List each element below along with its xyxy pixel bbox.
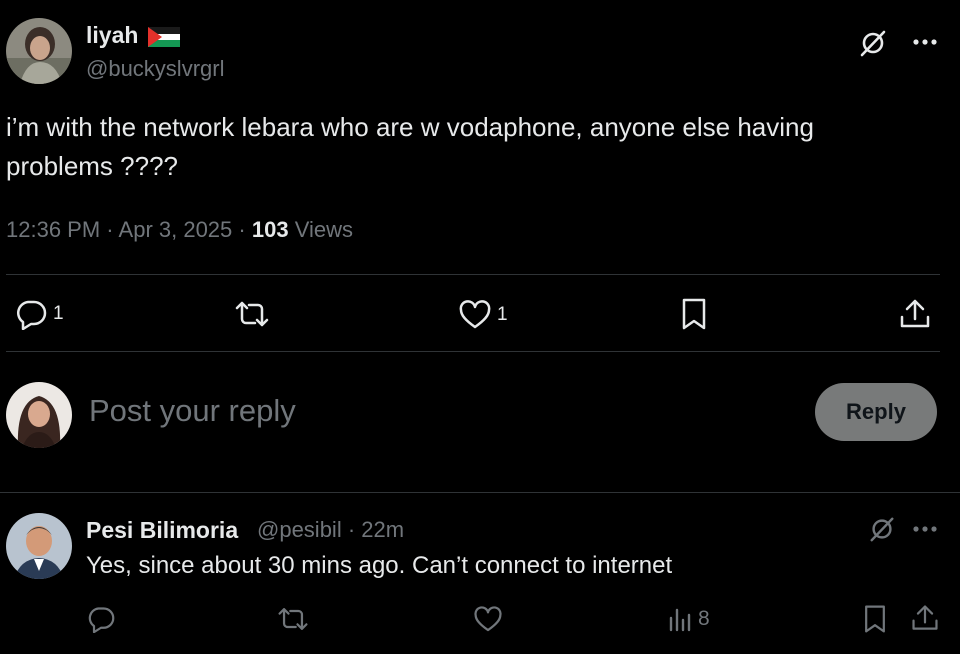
tweet-time[interactable]: 12:36 PM (6, 217, 100, 242)
reply-handle[interactable]: @pesibil (257, 517, 342, 542)
more-icon[interactable] (912, 38, 940, 46)
author-name[interactable]: liyah (86, 22, 138, 49)
tweet-meta: 12:36 PM · Apr 3, 2025 · 103 Views (6, 217, 353, 243)
reply-action[interactable]: 1 (14, 298, 64, 330)
reply-icon (14, 298, 48, 330)
retweet-icon (233, 299, 271, 329)
reply-count: 1 (53, 303, 64, 324)
reply-icon[interactable] (86, 605, 116, 633)
reply-input[interactable]: Post your reply (89, 393, 296, 429)
bookmark-icon[interactable] (862, 604, 888, 634)
views-action[interactable]: 8 (667, 606, 710, 632)
meta-separator: · (106, 217, 114, 242)
reply-separator: · (347, 517, 356, 542)
grok-icon[interactable] (868, 515, 896, 543)
share-icon[interactable] (910, 603, 940, 633)
divider (6, 351, 940, 352)
share-icon[interactable] (898, 297, 932, 331)
like-action[interactable]: 1 (458, 300, 508, 330)
tweet-date[interactable]: Apr 3, 2025 (119, 217, 233, 242)
reply-author-name[interactable]: Pesi Bilimoria (86, 517, 238, 544)
reply-button[interactable]: Reply (815, 383, 937, 441)
divider (6, 274, 940, 275)
views-label: Views (294, 217, 353, 242)
views-count: 103 (251, 217, 289, 242)
tweet-text: i’m with the network lebara who are w vo… (6, 112, 814, 181)
reply-text: Yes, since about 30 mins ago. Can’t conn… (86, 552, 673, 579)
reply-author-handle: @pesibil · 22m (257, 517, 404, 543)
like-icon[interactable] (473, 606, 503, 633)
bookmark-icon[interactable] (680, 297, 708, 331)
author-handle[interactable]: @buckyslvrgrl (86, 56, 224, 82)
reply-views-count: 8 (698, 607, 710, 630)
reply-author-avatar[interactable] (6, 513, 72, 579)
current-user-avatar[interactable] (6, 382, 72, 448)
reply-time[interactable]: 22m (361, 517, 404, 542)
like-count: 1 (497, 304, 508, 325)
retweet-icon[interactable] (276, 605, 310, 633)
divider (0, 492, 960, 493)
analytics-icon (667, 606, 693, 632)
palestine-flag-icon (148, 27, 180, 47)
grok-icon[interactable] (858, 28, 888, 58)
author-avatar[interactable] (6, 18, 72, 84)
more-icon[interactable] (912, 525, 940, 533)
like-icon (458, 300, 492, 330)
retweet-action[interactable] (233, 299, 271, 329)
meta-separator: · (238, 217, 246, 242)
